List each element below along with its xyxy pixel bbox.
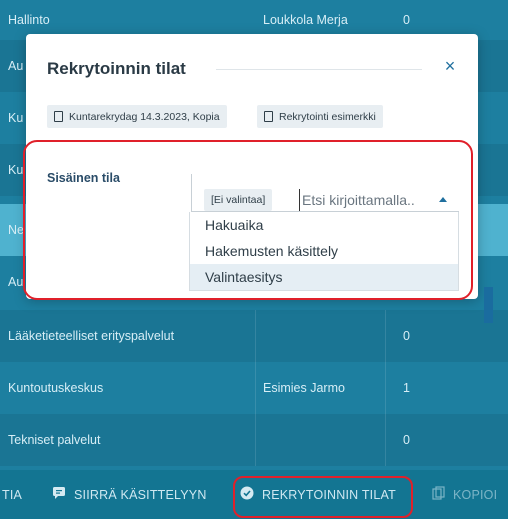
count-cell: 0 xyxy=(403,13,410,27)
unit-cell: Ku xyxy=(8,111,24,125)
title-divider xyxy=(216,69,422,70)
unit-cell: Ne xyxy=(8,223,24,237)
table-row: Kuntoutuskeskus Esimies Jarmo 1 xyxy=(0,362,508,414)
chip-label: Kuntarekrydag 14.3.2023, Kopia xyxy=(69,110,220,123)
unit-cell: Au xyxy=(8,59,24,73)
recruitment-chip: Rekrytointi esimerkki xyxy=(257,105,383,128)
toolbar-partial-label: TIA xyxy=(2,487,23,502)
column-divider xyxy=(255,414,256,466)
unit-cell: Au xyxy=(8,275,24,289)
dialog-title: Rekrytoinnin tilat xyxy=(47,59,186,78)
column-divider xyxy=(255,310,256,362)
table-row: Lääketieteelliset erityspalvelut 0 xyxy=(0,310,508,362)
copy-icon xyxy=(432,486,445,503)
document-icon xyxy=(54,111,63,122)
copy-label: KOPIOI xyxy=(453,487,498,502)
recruitment-chip: Kuntarekrydag 14.3.2023, Kopia xyxy=(47,105,227,128)
chip-label: Rekrytointi esimerkki xyxy=(279,110,376,123)
manager-cell: Esimies Jarmo xyxy=(263,381,345,395)
message-icon xyxy=(52,486,66,503)
table-row: Tekniset palvelut 0 xyxy=(0,414,508,466)
unit-cell: Tekniset palvelut xyxy=(8,433,101,447)
column-divider xyxy=(385,310,386,362)
close-icon[interactable]: × xyxy=(440,56,460,76)
highlight-outline-toolbar xyxy=(233,476,413,518)
unit-cell: Hallinto xyxy=(8,13,50,27)
count-cell: 0 xyxy=(403,329,410,343)
column-divider xyxy=(385,362,386,414)
move-to-processing-label: SIIRRÄ KÄSITTELYYN xyxy=(74,487,207,502)
move-to-processing-button[interactable]: SIIRRÄ KÄSITTELYYN xyxy=(52,470,207,519)
column-divider xyxy=(255,362,256,414)
unit-cell: Ku xyxy=(8,163,24,177)
save-button-edge[interactable] xyxy=(484,287,493,323)
toolbar-partial-button[interactable]: TIA xyxy=(2,470,22,519)
count-cell: 1 xyxy=(403,381,410,395)
copy-button[interactable]: KOPIOI xyxy=(432,470,497,519)
count-cell: 0 xyxy=(403,433,410,447)
highlight-outline-field xyxy=(23,140,473,300)
column-divider xyxy=(385,414,386,466)
document-icon xyxy=(264,111,273,122)
unit-cell: Kuntoutuskeskus xyxy=(8,381,104,395)
unit-cell: Lääketieteelliset erityspalvelut xyxy=(8,329,175,343)
manager-cell: Loukkola Merja xyxy=(263,13,348,27)
